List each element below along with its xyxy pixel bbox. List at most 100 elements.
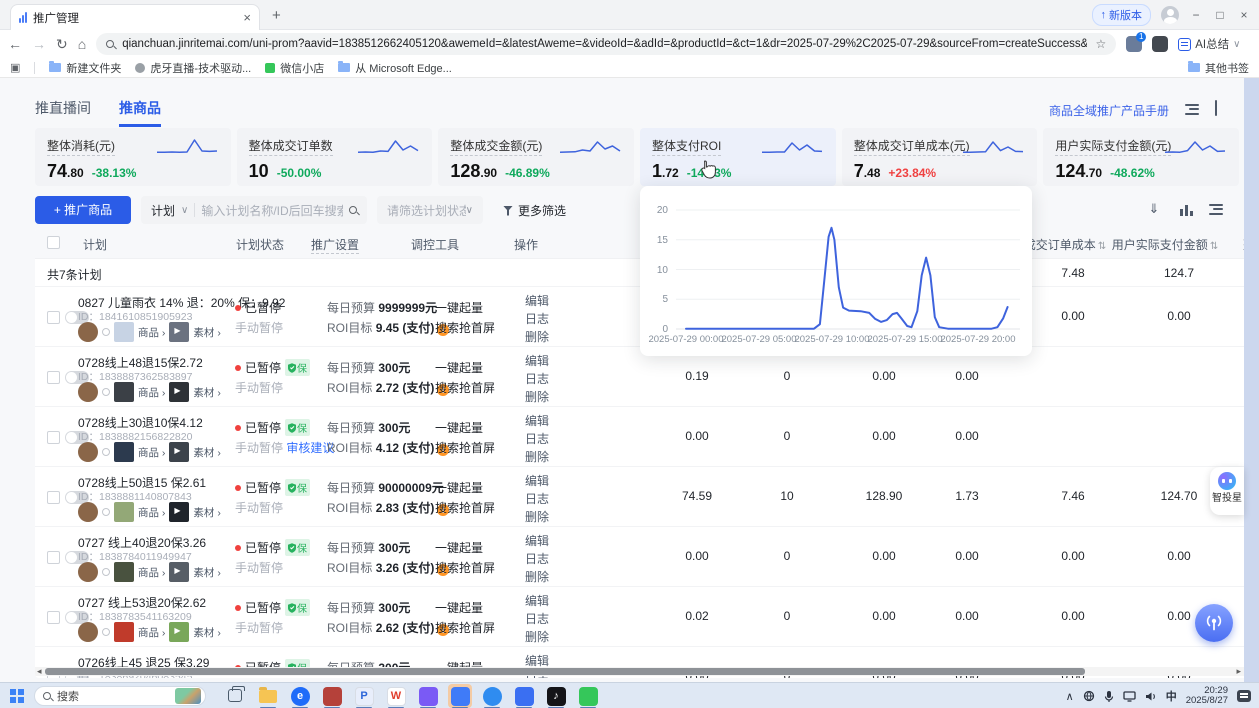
material-link[interactable]: 素材 › (193, 385, 220, 400)
product-link[interactable]: 商品 › (138, 325, 165, 340)
other-bookmarks[interactable]: 其他书签 (1188, 60, 1249, 76)
edge-browser-icon[interactable]: e (288, 684, 312, 708)
notification-icon[interactable] (1237, 690, 1251, 702)
network-icon[interactable] (1083, 690, 1095, 702)
plan-status-select[interactable]: 请筛选计划状态 ∨ (377, 196, 483, 224)
weather-thumbnail[interactable] (175, 688, 201, 704)
bookmark-weixin-shop[interactable]: 微信小店 (265, 60, 324, 76)
fullscreen-icon[interactable] (1215, 101, 1231, 117)
ai-summary-button[interactable]: AI总结∨ (1178, 36, 1240, 52)
task-view-icon[interactable] (228, 689, 242, 702)
scroll-left-icon[interactable]: ◂ (37, 666, 42, 677)
wechat-icon[interactable] (576, 684, 600, 708)
stat-card[interactable]: 整体消耗(元) 74 .80 -38.13% (35, 128, 231, 186)
purple-app-icon[interactable] (416, 684, 440, 708)
delete-link[interactable]: 删除 (525, 568, 549, 585)
delete-link[interactable]: 删除 (525, 508, 549, 525)
product-link[interactable]: 商品 › (138, 625, 165, 640)
window-close-button[interactable]: × (1237, 8, 1251, 22)
one-key-boost-link[interactable]: 一键起量 (435, 419, 483, 436)
browser-tab[interactable]: 推广管理 × (10, 4, 260, 30)
row-checkbox[interactable] (47, 431, 60, 444)
monitor-icon[interactable] (1123, 691, 1136, 702)
search-first-screen-link[interactable]: 搜索抢首屏 (435, 439, 495, 456)
search-icon[interactable] (349, 206, 357, 214)
product-link[interactable]: 商品 › (138, 445, 165, 460)
horizontal-scrollbar[interactable]: ◂ ▸ (35, 667, 1259, 676)
chat-app-icon[interactable] (448, 684, 472, 708)
taskbar-clock[interactable]: 20:29 2025/8/27 (1186, 686, 1228, 706)
stat-card[interactable]: 用户实际支付金额(元) 124 .70 -48.62% (1043, 128, 1239, 186)
row-checkbox[interactable] (47, 371, 60, 384)
edit-link[interactable]: 编辑 (525, 412, 549, 429)
log-link[interactable]: 日志 (525, 430, 549, 447)
mic-icon[interactable] (1104, 690, 1114, 703)
promote-product-button[interactable]: + 推广商品 (35, 196, 131, 224)
sort-icon[interactable]: ⇅ (1210, 241, 1218, 252)
delete-link[interactable]: 删除 (525, 448, 549, 465)
one-key-boost-link[interactable]: 一键起量 (435, 359, 483, 376)
doc-app-icon[interactable]: P (352, 684, 376, 708)
delete-link[interactable]: 删除 (525, 628, 549, 645)
material-link[interactable]: 素材 › (193, 565, 220, 580)
windows-start-icon[interactable] (10, 689, 24, 703)
tab-product[interactable]: 推商品 (119, 98, 161, 127)
filter-settings-icon[interactable] (1185, 101, 1201, 117)
plan-select[interactable]: 计划 (151, 202, 175, 219)
wps-icon[interactable]: W (384, 684, 408, 708)
material-link[interactable]: 素材 › (193, 505, 220, 520)
product-link[interactable]: 商品 › (138, 385, 165, 400)
address-bar[interactable]: qianchuan.jinritemai.com/uni-prom?aavid=… (96, 33, 1116, 55)
row-checkbox[interactable] (47, 491, 60, 504)
edit-link[interactable]: 编辑 (525, 532, 549, 549)
col-plan[interactable]: 计划 (83, 236, 107, 253)
select-all-checkbox[interactable] (47, 236, 60, 249)
bookmark-star-icon[interactable]: ☆ (1095, 37, 1106, 51)
material-link[interactable]: 素材 › (193, 625, 220, 640)
col-tools[interactable]: 调控工具 (385, 236, 485, 253)
row-checkbox[interactable] (47, 311, 60, 324)
stat-card[interactable]: 整体成交订单数 10 -50.00% (237, 128, 433, 186)
new-tab-button[interactable]: + (272, 7, 281, 24)
back-icon[interactable]: ← (8, 36, 22, 52)
edit-link[interactable]: 编辑 (525, 292, 549, 309)
col-settings[interactable]: 推广设置 (285, 236, 385, 253)
plan-search-input[interactable]: 输入计划名称/ID后回车搜索 (201, 202, 343, 219)
extension-icon-2[interactable] (1152, 36, 1168, 52)
one-key-boost-link[interactable]: 一键起量 (435, 299, 483, 316)
window-minimize-button[interactable]: − (1189, 8, 1203, 22)
tab-live-room[interactable]: 推直播间 (35, 98, 91, 127)
reload-icon[interactable]: ↻ (56, 36, 68, 53)
blue-square-app-icon[interactable] (512, 684, 536, 708)
one-key-boost-link[interactable]: 一键起量 (435, 539, 483, 556)
custom-column-icon[interactable] (1209, 201, 1227, 219)
edit-link[interactable]: 编辑 (525, 472, 549, 489)
blue-circle-app-icon[interactable] (480, 684, 504, 708)
url-text[interactable]: qianchuan.jinritemai.com/uni-prom?aavid=… (122, 38, 1087, 50)
speaker-icon[interactable] (1145, 691, 1157, 702)
log-link[interactable]: 日志 (525, 610, 549, 627)
page-scrollbar[interactable] (1244, 78, 1259, 682)
product-link[interactable]: 商品 › (138, 565, 165, 580)
stat-card[interactable]: 整体成交金额(元) 128 .90 -46.89% (438, 128, 634, 186)
stat-card[interactable]: 整体支付ROI 1 .72 -14.43% (640, 128, 836, 186)
log-link[interactable]: 日志 (525, 370, 549, 387)
row-checkbox[interactable] (47, 551, 60, 564)
stat-card[interactable]: 整体成交订单成本(元) 7 .48 +23.84% (842, 128, 1038, 186)
product-link[interactable]: 商品 › (138, 505, 165, 520)
log-link[interactable]: 日志 (525, 310, 549, 327)
edit-link[interactable]: 编辑 (525, 592, 549, 609)
browser-profile-avatar[interactable] (1161, 6, 1179, 24)
search-first-screen-link[interactable]: 搜索抢首屏 (435, 499, 495, 516)
chart-columns-icon[interactable] (1177, 201, 1195, 219)
search-first-screen-link[interactable]: 搜索抢首屏 (435, 619, 495, 636)
tab-close-icon[interactable]: × (243, 10, 251, 25)
search-first-screen-link[interactable]: 搜索抢首屏 (435, 379, 495, 396)
taskbar-search[interactable]: 搜索 (34, 686, 206, 706)
extension-icon[interactable]: 1 (1126, 36, 1142, 52)
more-filters-button[interactable]: 更多筛选 (503, 202, 566, 219)
scrollbar-thumb[interactable] (45, 668, 1085, 675)
chevron-up-icon[interactable]: ∧ (1066, 690, 1074, 703)
site-info-icon[interactable] (106, 40, 114, 48)
bookmark-new-folder[interactable]: 新建文件夹 (49, 60, 121, 76)
